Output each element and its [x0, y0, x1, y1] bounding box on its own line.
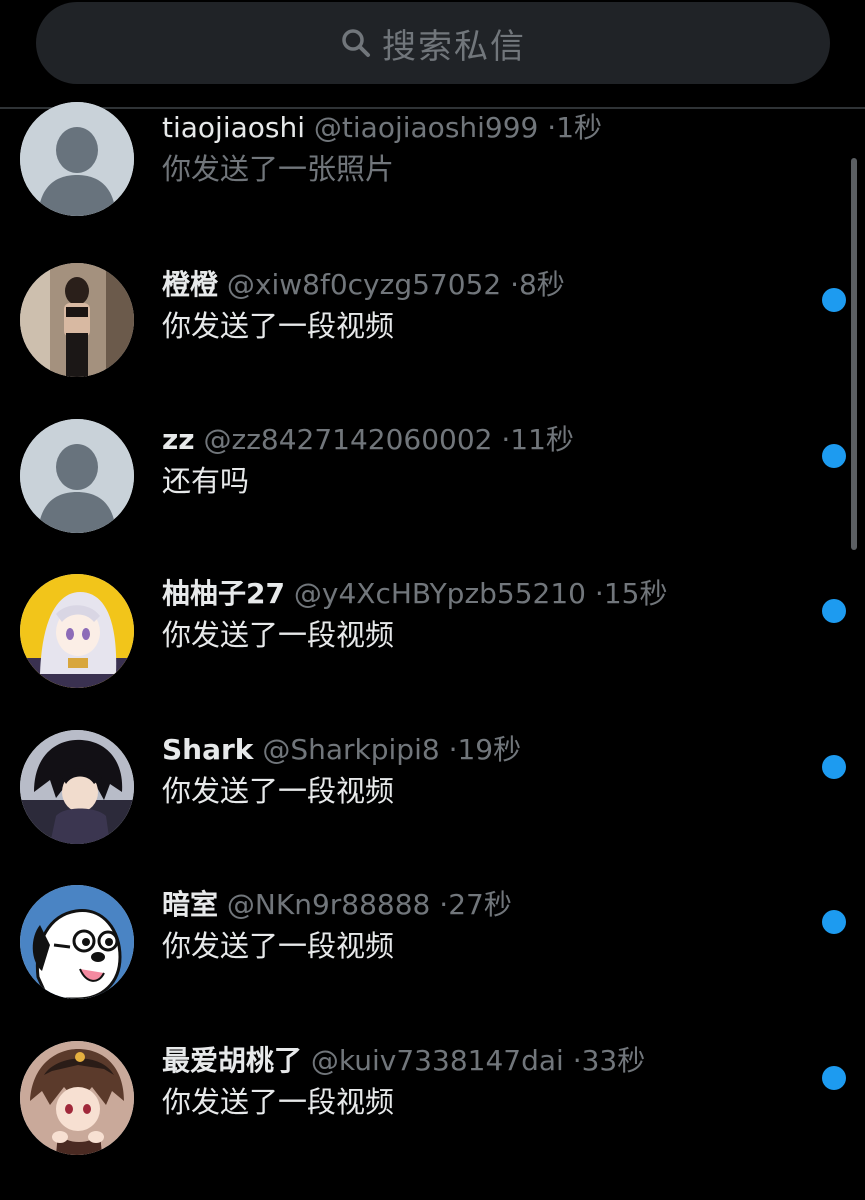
- message-preview: 还有吗: [162, 463, 250, 498]
- conversation-header: 最爱胡桃了 @kuiv7338147dai ·33秒: [162, 1043, 822, 1079]
- message-preview: 你发送了一段视频: [162, 618, 395, 652]
- anime-avatar[interactable]: [20, 729, 134, 844]
- timestamp: 19秒: [457, 732, 522, 766]
- scrollbar[interactable]: [851, 158, 857, 550]
- conversation-text: tiaojiaoshi @tiaojiaoshi999 ·1秒 你发送了一张照片: [162, 110, 822, 188]
- dm-page: 搜索私信 tiaojiaoshi @tiaojiaoshi999 ·1秒 你发送…: [0, 0, 865, 1200]
- unread-indicator: [822, 1065, 846, 1090]
- timestamp: 15秒: [603, 577, 668, 610]
- conversation-row[interactable]: Shark @Sharkpipi8 ·19秒 你发送了一段视频: [0, 729, 865, 886]
- user-handle: @NKn9r88888: [226, 888, 431, 921]
- conversation-text: 最爱胡桃了 @kuiv7338147dai ·33秒 你发送了一段视频: [162, 1043, 822, 1121]
- separator: ·: [510, 268, 519, 301]
- user-name: 最爱胡桃了: [162, 1043, 303, 1077]
- unread-indicator: [822, 288, 846, 312]
- conversation-header: tiaojiaoshi @tiaojiaoshi999 ·1秒: [162, 110, 822, 146]
- separator: ·: [439, 888, 449, 921]
- conversation-header: Shark @Sharkpipi8 ·19秒: [162, 732, 822, 768]
- separator: ·: [572, 1043, 582, 1077]
- conversation-header: 橙橙 @xiw8f0cyzg57052 ·8秒: [162, 267, 822, 303]
- user-handle: @y4XcHBYpzb55210: [293, 577, 586, 610]
- user-name: 暗室: [162, 888, 219, 921]
- user-handle: @zz8427142060002: [203, 422, 493, 456]
- conversation-text: 暗室 @NKn9r88888 ·27秒 你发送了一段视频: [162, 887, 822, 965]
- timestamp: 11秒: [510, 422, 574, 456]
- unread-indicator: [822, 443, 846, 468]
- conversation-text: Shark @Sharkpipi8 ·19秒 你发送了一段视频: [162, 732, 822, 810]
- message-preview: 你发送了一张照片: [162, 152, 395, 186]
- user-handle: @Sharkpipi8: [262, 732, 440, 766]
- user-name: 橙橙: [162, 268, 219, 301]
- conversation-list: tiaojiaoshi @tiaojiaoshi999 ·1秒 你发送了一张照片: [0, 102, 865, 1197]
- user-handle: @xiw8f0cyzg57052: [226, 268, 502, 301]
- message-preview: 你发送了一段视频: [162, 929, 395, 963]
- cartoon-dog-avatar[interactable]: [20, 885, 134, 999]
- conversation-row[interactable]: 暗室 @NKn9r88888 ·27秒 你发送了一段视频: [0, 885, 865, 1041]
- user-name: zz: [162, 422, 195, 456]
- unread-indicator: [822, 910, 846, 934]
- conversation-text: 橙橙 @xiw8f0cyzg57052 ·8秒 你发送了一段视频: [162, 267, 822, 345]
- conversation-header: zz @zz8427142060002 ·11秒: [162, 422, 822, 458]
- separator: ·: [547, 111, 557, 144]
- search-icon: [340, 27, 372, 59]
- search-bar[interactable]: 搜索私信: [36, 2, 830, 84]
- timestamp: 1秒: [556, 111, 603, 144]
- search-inner: 搜索私信: [340, 19, 526, 68]
- default-avatar[interactable]: [20, 102, 134, 216]
- user-name: Shark: [162, 732, 254, 766]
- conversation-row[interactable]: tiaojiaoshi @tiaojiaoshi999 ·1秒 你发送了一张照片: [0, 102, 865, 263]
- timestamp: 8秒: [518, 268, 565, 301]
- user-handle: @kuiv7338147dai: [310, 1043, 564, 1077]
- timestamp: 33秒: [581, 1043, 646, 1077]
- conversation-row[interactable]: 橙橙 @xiw8f0cyzg57052 ·8秒 你发送了一段视频: [0, 263, 865, 419]
- user-handle: @tiaojiaoshi999: [313, 111, 539, 144]
- default-avatar[interactable]: [20, 418, 134, 533]
- unread-indicator: [822, 599, 846, 623]
- conversation-row[interactable]: 柚柚子27 @y4XcHBYpzb55210 ·15秒 你发送了一段视频: [0, 574, 865, 730]
- separator: ·: [501, 422, 511, 456]
- conversation-row[interactable]: 最爱胡桃了 @kuiv7338147dai ·33秒 你发送了一段视频: [0, 1040, 865, 1197]
- conversation-header: 柚柚子27 @y4XcHBYpzb55210 ·15秒: [162, 576, 822, 612]
- user-name: 柚柚子27: [162, 577, 285, 610]
- search-placeholder: 搜索私信: [382, 26, 526, 67]
- unread-indicator: [822, 754, 846, 779]
- conversation-header: 暗室 @NKn9r88888 ·27秒: [162, 887, 822, 923]
- conversation-text: 柚柚子27 @y4XcHBYpzb55210 ·15秒 你发送了一段视频: [162, 576, 822, 654]
- message-preview: 你发送了一段视频: [162, 309, 395, 343]
- user-name: tiaojiaoshi: [162, 111, 306, 144]
- conversation-text: zz @zz8427142060002 ·11秒 还有吗: [162, 422, 822, 500]
- message-preview: 你发送了一段视频: [162, 1084, 395, 1119]
- separator: ·: [594, 577, 604, 610]
- timestamp: 27秒: [448, 888, 512, 921]
- anime-avatar[interactable]: [20, 1040, 134, 1155]
- anime-avatar[interactable]: [20, 574, 134, 688]
- conversation-row[interactable]: zz @zz8427142060002 ·11秒 还有吗: [0, 418, 865, 575]
- message-preview: 你发送了一段视频: [162, 773, 395, 808]
- photo-avatar[interactable]: [20, 263, 134, 377]
